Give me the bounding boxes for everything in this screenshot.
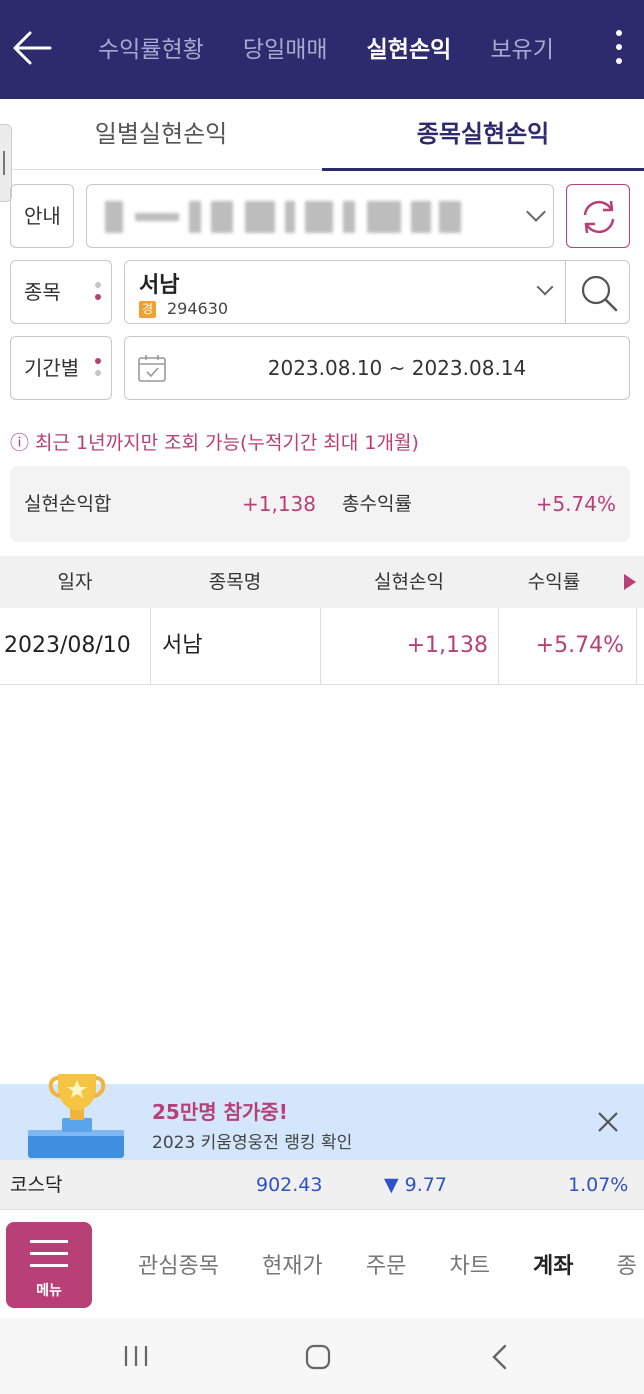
stock-select[interactable]: 서남 경 294630 xyxy=(124,260,566,324)
account-label-button[interactable]: 안내 xyxy=(10,184,74,248)
search-icon xyxy=(581,275,618,312)
bottom-nav: 메뉴 관심종목 현재가 주문 차트 계좌 종 xyxy=(0,1210,644,1318)
col-return[interactable]: 수익률 xyxy=(498,556,610,608)
stock-code: 294630 xyxy=(167,299,229,318)
banner-title: 25만명 참가중! xyxy=(152,1100,288,1124)
ticker-name: 코스닥 xyxy=(10,1174,63,1196)
dots-icon xyxy=(95,282,101,306)
chevron-down-icon xyxy=(536,278,554,296)
nav-order[interactable]: 주문 xyxy=(366,1248,406,1280)
col-stock-name[interactable]: 종목명 xyxy=(150,556,320,608)
top-tab-bar: 수익률현황 당일매매 실현손익 보유기 xyxy=(98,32,604,68)
system-nav-bar xyxy=(0,1318,644,1394)
cell-divider xyxy=(150,608,151,684)
col-date[interactable]: 일자 xyxy=(0,556,150,608)
realized-sum-label: 실현손익합 xyxy=(24,493,112,515)
dots-icon xyxy=(95,358,101,382)
stock-search-button[interactable] xyxy=(565,260,630,324)
menu-button[interactable]: 메뉴 xyxy=(6,1222,92,1308)
table-header: 일자 종목명 실현손익 수익률 xyxy=(0,556,644,608)
period-label-button[interactable]: 기간별 xyxy=(10,336,112,400)
scroll-right-arrow-icon[interactable] xyxy=(624,574,636,590)
nav-account[interactable]: 계좌 xyxy=(533,1248,573,1280)
ticker-value: 902.43 xyxy=(256,1174,323,1196)
stock-label: 종목 xyxy=(24,280,61,304)
nav-watchlist[interactable]: 관심종목 xyxy=(138,1248,219,1280)
nav-items: 관심종목 현재가 주문 차트 계좌 종 xyxy=(138,1248,644,1280)
realized-sum-value: +1,138 xyxy=(241,492,316,516)
stock-label-button[interactable]: 종목 xyxy=(10,260,112,324)
back-icon[interactable] xyxy=(488,1344,512,1370)
subtab-stock-realized[interactable]: 종목실현손익 xyxy=(322,99,644,171)
period-label: 기간별 xyxy=(24,356,80,380)
subtab-daily-realized[interactable]: 일별실현손익 xyxy=(0,99,322,171)
refresh-button[interactable] xyxy=(566,184,630,248)
total-return-value: +5.74% xyxy=(535,492,616,516)
back-arrow-icon[interactable] xyxy=(10,28,54,68)
recent-apps-icon[interactable] xyxy=(122,1344,150,1368)
close-icon[interactable] xyxy=(596,1110,620,1134)
notice-text: ⓘ 최근 1년까지만 조회 가능(누적기간 최대 1개월) xyxy=(10,432,419,454)
promo-banner[interactable]: 25만명 참가중! 2023 키움영웅전 랭킹 확인 xyxy=(0,1074,644,1160)
stock-name: 서남 xyxy=(139,273,180,298)
nav-chart[interactable]: 차트 xyxy=(449,1248,489,1280)
tab-day-trade[interactable]: 당일매매 xyxy=(243,32,328,68)
divider xyxy=(0,169,322,170)
market-ticker[interactable]: 코스닥 902.43 ▼ 9.77 1.07% xyxy=(0,1160,644,1210)
tab-return-status[interactable]: 수익률현황 xyxy=(98,32,204,68)
ticker-change: ▼ 9.77 xyxy=(384,1174,447,1196)
cell-divider xyxy=(636,608,637,684)
col-realized-pnl[interactable]: 실현손익 xyxy=(320,556,498,608)
top-header: 수익률현황 당일매매 실현손익 보유기 xyxy=(0,0,644,99)
home-icon[interactable] xyxy=(304,1344,332,1370)
nav-more[interactable]: 종 xyxy=(617,1248,637,1280)
account-select[interactable] xyxy=(86,184,554,248)
nav-current-price[interactable]: 현재가 xyxy=(262,1248,323,1280)
more-menu-icon[interactable] xyxy=(614,30,624,70)
trophy-icon xyxy=(28,1074,124,1158)
ticker-rate: 1.07% xyxy=(568,1174,629,1196)
date-range-text: 2023.08.10 ~ 2023.08.14 xyxy=(267,356,527,380)
row-date: 2023/08/10 xyxy=(4,633,131,658)
row-realized-pnl: +1,138 xyxy=(406,633,488,658)
market-badge: 경 xyxy=(139,301,156,318)
hamburger-icon xyxy=(30,1240,68,1243)
refresh-icon xyxy=(583,200,615,234)
account-label: 안내 xyxy=(24,204,61,228)
row-stock-name: 서남 xyxy=(162,633,203,658)
chevron-down-icon xyxy=(526,202,546,222)
total-return-label: 총수익률 xyxy=(342,493,412,515)
subtab-bar: 일별실현손익 종목실현손익 xyxy=(0,99,644,171)
row-return: +5.74% xyxy=(535,633,624,658)
masked-account-number xyxy=(105,201,461,233)
tab-realized-pnl[interactable]: 실현손익 xyxy=(367,32,452,68)
menu-label: 메뉴 xyxy=(36,1283,62,1299)
tab-holdings[interactable]: 보유기 xyxy=(490,32,553,68)
summary-box: 실현손익합 +1,138 총수익률 +5.74% xyxy=(10,466,630,542)
date-range-picker[interactable]: 2023.08.10 ~ 2023.08.14 xyxy=(124,336,630,400)
table-row[interactable]: 2023/08/10 서남 +1,138 +5.74% xyxy=(0,608,644,685)
banner-subtitle: 2023 키움영웅전 랭킹 확인 xyxy=(152,1133,353,1153)
